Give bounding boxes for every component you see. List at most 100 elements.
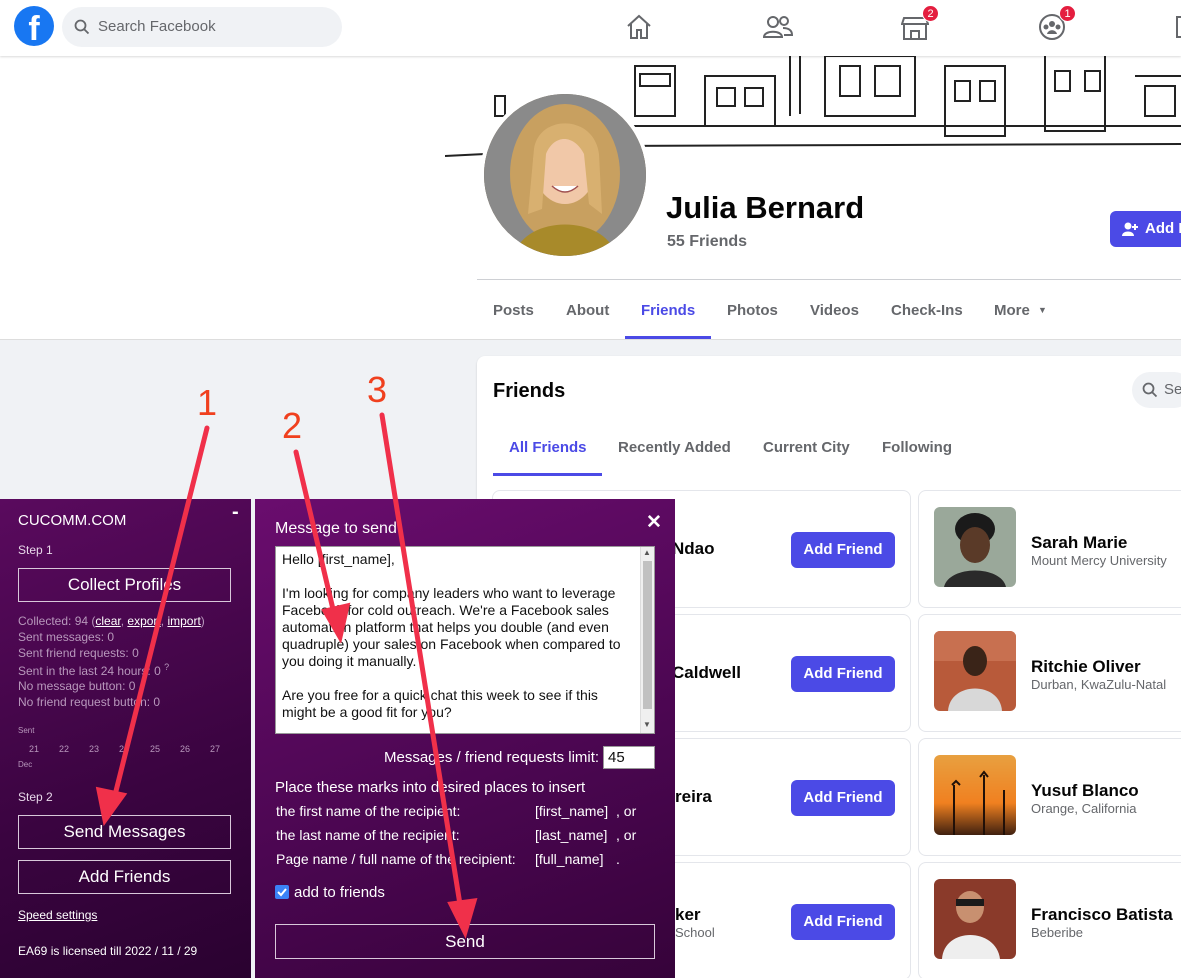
help-icon[interactable]: ? (164, 662, 169, 672)
friends-count[interactable]: 55 Friends (667, 233, 747, 251)
marks-intro: Place these marks into desired places to… (275, 779, 586, 796)
chart-day: 25 (150, 744, 161, 754)
chart-day: 21 (29, 744, 40, 754)
add-friends-button[interactable]: Add Friends (18, 860, 231, 894)
scrollbar-thumb[interactable] (643, 561, 652, 709)
groups-icon[interactable]: 1 (1038, 5, 1076, 42)
friend-name[interactable]: Caldwell (672, 663, 741, 683)
friend-subtitle: Durban, KwaZulu-Natal (1031, 677, 1167, 692)
friend-photo[interactable] (934, 631, 1016, 711)
sent-requests-stat: Sent friend requests: 0 (18, 646, 139, 660)
friend-photo[interactable] (934, 507, 1016, 587)
minimize-button[interactable]: - (232, 501, 239, 524)
step1-label: Step 1 (18, 543, 53, 557)
add-to-friends-checkbox[interactable] (275, 885, 289, 899)
tab-photos[interactable]: Photos (727, 302, 778, 319)
add-to-friends-label: add to friends (294, 884, 385, 901)
friend-name[interactable]: reira (675, 787, 712, 807)
facebook-logo-icon[interactable]: f (14, 6, 54, 46)
mark-token: [first_name] (535, 803, 609, 819)
friend-subtitle: School (675, 925, 715, 940)
subtab-all-friends[interactable]: All Friends (509, 439, 587, 456)
friend-subtitle: Mount Mercy University (1031, 553, 1167, 568)
add-friend-profile-label: Add F (1145, 220, 1181, 237)
active-subtab-indicator (493, 473, 602, 476)
chart-day: 22 (59, 744, 70, 754)
add-friend-button[interactable]: Add Friend (791, 656, 895, 692)
friends-search-placeholder: Se (1164, 381, 1181, 398)
subtab-current-city[interactable]: Current City (763, 439, 850, 456)
add-friend-button[interactable]: Add Friend (791, 532, 895, 568)
marketplace-badge: 2 (922, 5, 939, 22)
friend-photo[interactable] (934, 879, 1016, 959)
no-request-stat: No friend request button: 0 (18, 695, 161, 709)
home-icon[interactable] (624, 12, 654, 42)
tab-videos[interactable]: Videos (810, 302, 859, 319)
send-messages-button[interactable]: Send Messages (18, 815, 231, 849)
mark-sep: . (616, 851, 620, 867)
chart-day: 27 (210, 744, 221, 754)
friends-search-input[interactable]: Se (1132, 372, 1181, 408)
mark-label: Page name / full name of the recipient: (276, 851, 516, 867)
add-friend-button[interactable]: Add Friend (791, 780, 895, 816)
tab-more-label: More (994, 302, 1030, 319)
top-bar: f Search Facebook 2 1 (0, 0, 1181, 56)
active-tab-indicator (625, 336, 711, 339)
license-text: EA69 is licensed till 2022 / 11 / 29 (18, 944, 198, 958)
chart-day: 23 (89, 744, 100, 754)
profile-name: Julia Bernard (666, 190, 865, 225)
collect-profiles-button[interactable]: Collect Profiles (18, 568, 231, 602)
message-scrollbar[interactable]: ▲ ▼ (640, 547, 654, 733)
speed-settings-link[interactable]: Speed settings (18, 908, 97, 922)
marketplace-icon[interactable]: 2 (900, 5, 939, 42)
gaming-icon[interactable] (1176, 16, 1181, 38)
friend-name[interactable]: Ndao (672, 539, 715, 559)
sent-messages-stat: Sent messages: 0 (18, 630, 115, 644)
tab-more[interactable]: More ▼ (994, 302, 1047, 319)
limit-input[interactable]: 45 (603, 746, 655, 769)
friends-icon[interactable] (762, 12, 794, 42)
clear-link[interactable]: clear (95, 614, 120, 628)
tab-friends[interactable]: Friends (641, 302, 695, 319)
friend-name[interactable]: Ritchie Oliver (1031, 657, 1141, 677)
message-textarea[interactable]: Hello [first_name], I'm looking for comp… (275, 546, 655, 734)
mark-label: the first name of the recipient: (276, 803, 461, 819)
import-link[interactable]: import (167, 614, 200, 628)
tab-about[interactable]: About (566, 302, 609, 319)
friend-photo[interactable] (934, 755, 1016, 835)
send-button[interactable]: Send (275, 924, 655, 959)
chart-day: 26 (180, 744, 191, 754)
no-message-stat: No message button: 0 (18, 679, 136, 693)
chart-month-label: Dec (18, 760, 33, 769)
mark-sep: , or (616, 803, 637, 819)
friend-name[interactable]: Sarah Marie (1031, 533, 1127, 553)
tab-posts[interactable]: Posts (493, 302, 534, 319)
close-icon[interactable]: ✕ (646, 511, 662, 534)
annotation-number: 3 (367, 369, 388, 410)
tab-check-ins[interactable]: Check-Ins (891, 302, 963, 319)
chart-sent-label: Sent (18, 726, 35, 735)
add-user-icon (1122, 222, 1138, 236)
search-placeholder: Search Facebook (98, 18, 216, 35)
caret-down-icon: ▼ (1038, 305, 1047, 315)
search-icon (74, 19, 90, 35)
profile-avatar[interactable] (480, 90, 650, 260)
search-input[interactable]: Search Facebook (62, 7, 342, 47)
friend-name[interactable]: Francisco Batista (1031, 905, 1173, 925)
friend-name[interactable]: ker (675, 905, 701, 925)
scroll-down-icon[interactable]: ▼ (643, 720, 651, 729)
add-friend-button[interactable]: Add Friend (791, 904, 895, 940)
sent-24h-stat: Sent in the last 24 hours: 0 ? (18, 662, 170, 678)
header-divider (477, 279, 1181, 280)
check-icon (277, 888, 287, 897)
export-link[interactable]: export (127, 614, 160, 628)
friend-subtitle: Beberibe (1031, 925, 1084, 940)
collected-stat: Collected: 94 (clear, export, import) (18, 614, 205, 628)
mark-token: [full_name] (535, 851, 604, 867)
subtab-following[interactable]: Following (882, 439, 952, 456)
subtab-recently-added[interactable]: Recently Added (618, 439, 731, 456)
mark-label: the last name of the recipient: (276, 827, 460, 843)
friend-name[interactable]: Yusuf Blanco (1031, 781, 1139, 801)
scroll-up-icon[interactable]: ▲ (643, 548, 651, 557)
add-friend-profile-button[interactable]: Add F (1110, 211, 1181, 247)
